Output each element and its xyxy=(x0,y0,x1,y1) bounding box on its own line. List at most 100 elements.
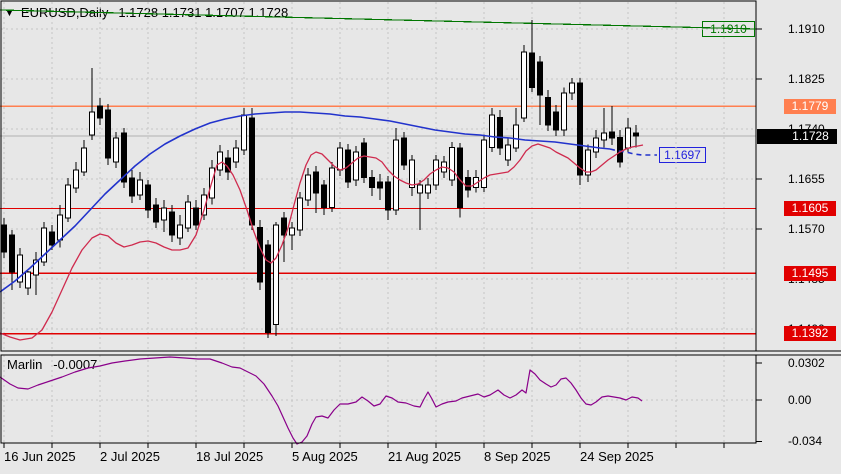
time-axis-label: 24 Sep 2025 xyxy=(580,449,654,464)
ohlc-values-label: 1.1728 1.1731 1.1707 1.1728 xyxy=(118,5,288,20)
candle-body xyxy=(106,110,111,158)
time-axis-label: 21 Aug 2025 xyxy=(388,449,461,464)
candle-body xyxy=(410,160,415,187)
price-badge: 1.1779 xyxy=(784,99,836,114)
ma-end-price-label[interactable]: 1.1697 xyxy=(659,147,706,163)
candle-body xyxy=(466,177,471,190)
chart-window: ▼ EURUSD,Daily 1.1728 1.1731 1.1707 1.17… xyxy=(0,0,841,474)
candle-body xyxy=(170,212,175,235)
candle-body xyxy=(282,218,287,235)
candle-body xyxy=(586,150,591,175)
candle-body xyxy=(298,198,303,230)
candle-body xyxy=(194,208,199,225)
candle-body xyxy=(154,205,159,222)
candle-body xyxy=(522,52,527,118)
candle-body xyxy=(34,260,39,275)
candle-body xyxy=(66,185,71,218)
candle-body xyxy=(306,175,311,200)
candle-body xyxy=(434,160,439,185)
candle-body xyxy=(250,118,255,225)
candle-body xyxy=(130,178,135,196)
candle-body xyxy=(482,140,487,187)
candle-body xyxy=(354,152,359,180)
candle-body xyxy=(122,133,127,182)
candle-body xyxy=(226,158,231,172)
candle-body xyxy=(602,133,607,140)
candle-body xyxy=(162,208,167,220)
candle-body xyxy=(538,62,543,95)
candle-body xyxy=(178,225,183,238)
candle-body xyxy=(18,255,23,282)
candle-body xyxy=(626,128,631,148)
candle-body xyxy=(234,148,239,162)
ma-blue-line xyxy=(0,112,610,292)
candle-body xyxy=(450,147,455,180)
candle-body xyxy=(274,225,279,324)
indicator-pane-frame xyxy=(1,355,756,443)
candle-body xyxy=(26,272,31,288)
candle-body xyxy=(186,202,191,228)
indicator-name: Marlin xyxy=(7,357,42,372)
indicator-axis-tick: 0.0302 xyxy=(788,356,825,370)
candle-body xyxy=(314,172,319,193)
candle-body xyxy=(386,182,391,210)
indicator-axis-tick: -0.034 xyxy=(788,434,822,448)
candle-body xyxy=(394,140,399,210)
candle-body xyxy=(50,232,55,245)
candle-body xyxy=(562,93,567,130)
candle-body xyxy=(42,228,47,262)
candle-body xyxy=(610,132,615,138)
candle-body xyxy=(98,106,103,118)
candle-body xyxy=(258,227,263,282)
candle-body xyxy=(346,150,351,182)
candle-body xyxy=(338,148,343,170)
candle-body xyxy=(10,235,15,272)
trendline-price-label[interactable]: 1.1910 xyxy=(702,21,755,37)
candle-body xyxy=(146,185,151,210)
ma-blue-line-dashed xyxy=(610,149,657,155)
candle-body xyxy=(418,185,423,193)
candle-body xyxy=(514,125,519,148)
candle-body xyxy=(474,177,479,187)
candle-body xyxy=(402,138,407,165)
time-axis-label: 16 Jun 2025 xyxy=(4,449,76,464)
candle-body xyxy=(266,245,271,333)
candle-body xyxy=(58,215,63,240)
indicator-value: -0.0007 xyxy=(53,357,97,372)
chart-canvas[interactable] xyxy=(0,0,841,474)
candle-body xyxy=(506,145,511,160)
candle-body xyxy=(530,53,535,87)
time-axis-label: 8 Sep 2025 xyxy=(484,449,551,464)
candle-body xyxy=(210,168,215,198)
candle-body xyxy=(618,137,623,162)
candle-body xyxy=(442,162,447,172)
candle-body xyxy=(578,83,583,175)
main-pane-frame xyxy=(1,1,756,351)
symbol-dropdown-icon[interactable]: ▼ xyxy=(5,8,14,18)
indicator-name-label: Marlin -0.0007 xyxy=(7,357,97,372)
candle-body xyxy=(378,182,383,188)
candle-body xyxy=(242,115,247,150)
price-axis-tick: 1.1825 xyxy=(788,72,825,86)
chart-title-bar: ▼ EURUSD,Daily 1.1728 1.1731 1.1707 1.17… xyxy=(5,5,288,20)
time-axis-label: 5 Aug 2025 xyxy=(292,449,358,464)
candle-body xyxy=(458,148,463,207)
candle-body xyxy=(634,133,639,136)
pane-divider[interactable] xyxy=(0,350,756,356)
candle-body xyxy=(202,195,207,215)
candle-body xyxy=(218,152,223,170)
candle-body xyxy=(498,117,503,148)
candle-body xyxy=(322,185,327,207)
price-axis-tick: 1.1570 xyxy=(788,222,825,236)
candle-body xyxy=(90,112,95,135)
candle-body xyxy=(138,180,143,195)
price-badge: 1.1605 xyxy=(784,201,836,216)
candle-body xyxy=(82,148,87,172)
price-badge: 1.1392 xyxy=(784,326,836,341)
candle-body xyxy=(2,225,7,252)
candle-body xyxy=(362,143,367,177)
candle-body xyxy=(594,138,599,152)
symbol-period-label: EURUSD,Daily xyxy=(21,5,108,20)
candle-body xyxy=(330,168,335,207)
price-axis-tick: 1.1655 xyxy=(788,172,825,186)
